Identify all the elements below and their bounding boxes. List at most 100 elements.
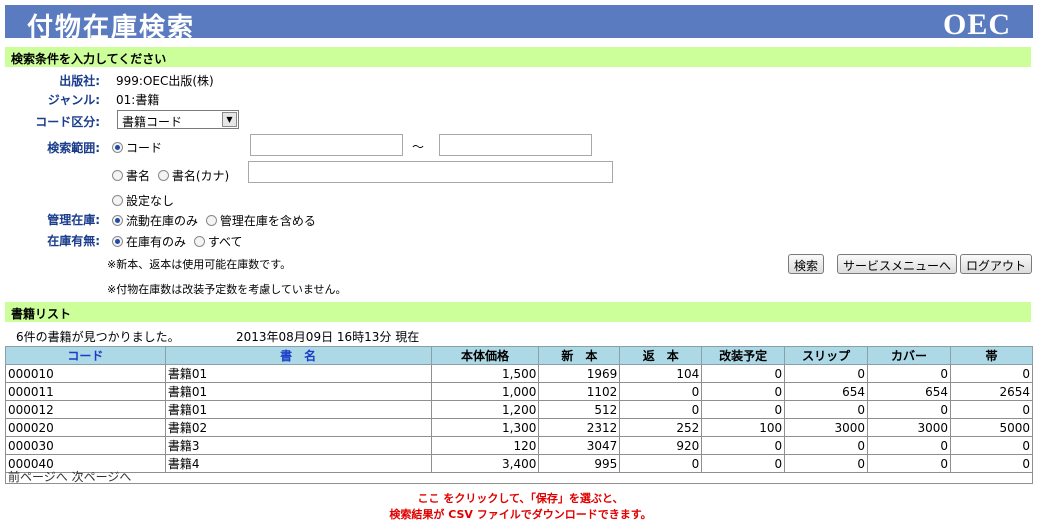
range-label: 検索範囲:: [47, 141, 100, 155]
table-cell: 2654: [949, 382, 1034, 401]
table-cell: 3000: [784, 418, 869, 437]
range-from-input[interactable]: [250, 134, 403, 156]
prev-page-link[interactable]: 前ページへ: [8, 470, 68, 484]
table-header-row: コード 書 名 本体価格 新 本 返 本 改装予定 スリップ カバー 帯: [5, 346, 1034, 365]
table-cell: 1,200: [430, 400, 540, 419]
range-tilde: ～: [412, 140, 425, 154]
col-header-returned: 返 本: [619, 346, 703, 365]
logout-button[interactable]: ログアウト: [960, 254, 1033, 274]
range-code-option[interactable]: コード: [112, 139, 166, 156]
table-cell: 120: [430, 436, 540, 455]
table-cell: 104: [619, 364, 703, 383]
csv-note-line2: 検索結果が CSV ファイルでダウンロードできます。: [389, 508, 652, 521]
range-title-label: 書名: [126, 169, 151, 183]
table-cell: 書籍01: [164, 364, 432, 383]
table-cell: 0: [784, 436, 869, 455]
csv-note-line1[interactable]: ここ をクリックして、「保存」を選ぶと、: [0, 490, 1041, 506]
col-header-new: 新 本: [538, 346, 621, 365]
table-cell: 252: [619, 418, 703, 437]
table-cell: 1,000: [430, 382, 540, 401]
table-cell: 000010: [5, 364, 166, 383]
stock-exist-only-radio[interactable]: [112, 236, 123, 247]
table-cell: 1,500: [430, 364, 540, 383]
stock-mgmt-flow-radio[interactable]: [112, 215, 123, 226]
stock-exist-all-label: すべて: [207, 235, 243, 249]
header-bar: 付物在庫検索 OEC: [5, 5, 1033, 43]
publisher-label: 出版社:: [59, 74, 100, 88]
code-type-select[interactable]: 書籍コード ▼: [117, 110, 239, 129]
list-section-heading: 書籍リスト: [5, 302, 1031, 322]
table-cell: 3047: [538, 436, 621, 455]
service-menu-button[interactable]: サービスメニューへ: [837, 254, 958, 274]
pager: 前ページへ 次ページへ: [5, 467, 1033, 484]
stock-exist-all-radio[interactable]: [193, 236, 205, 247]
table-cell: 0: [701, 436, 786, 455]
range-to-input[interactable]: [439, 134, 592, 156]
range-code-label: コード: [126, 141, 163, 155]
table-cell: 1102: [538, 382, 621, 401]
table-cell: 0: [784, 400, 869, 419]
table-cell: 0: [949, 400, 1034, 419]
table-cell: 書籍3: [164, 436, 432, 455]
stock-mgmt-label: 管理在庫:: [47, 213, 100, 227]
range-title-radio[interactable]: [112, 170, 123, 181]
table-row: 000011 書籍01 1,000 1102 0 0 654 654 2654: [5, 382, 1034, 401]
table-row: 000012 書籍01 1,200 512 0 0 0 0 0: [5, 400, 1034, 419]
table-cell: 1969: [538, 364, 621, 383]
table-cell: 3000: [867, 418, 951, 437]
range-kana-radio[interactable]: [157, 170, 169, 181]
col-header-code[interactable]: コード: [5, 346, 166, 365]
oec-logo: OEC: [942, 8, 1011, 41]
table-cell: 0: [867, 436, 951, 455]
search-button[interactable]: 検索: [788, 254, 825, 274]
table-cell: 0: [701, 364, 786, 383]
range-none-option[interactable]: 設定なし: [112, 192, 178, 209]
range-code-radio[interactable]: [112, 142, 123, 153]
table-cell: 書籍01: [164, 382, 432, 401]
next-page-link[interactable]: 次ページへ: [72, 470, 132, 484]
range-kana-label: 書名(カナ): [171, 169, 230, 183]
table-cell: 920: [619, 436, 703, 455]
table-cell: 5000: [949, 418, 1034, 437]
table-cell: 0: [867, 400, 951, 419]
table-cell: 書籍01: [164, 400, 432, 419]
table-cell: 2312: [538, 418, 621, 437]
note-attachment-stock: ※付物在庫数は改装予定数を考慮していません。: [107, 283, 347, 296]
range-title-options: 書名 書名(カナ): [112, 167, 233, 184]
result-count: 6件の書籍が見つかりました。: [16, 330, 180, 344]
table-cell: 0: [867, 364, 951, 383]
search-section-heading: 検索条件を入力してください: [5, 47, 1031, 67]
result-timestamp: 2013年08月09日 16時13分 現在: [236, 330, 420, 344]
table-cell: 000012: [5, 400, 166, 419]
table-cell: 654: [867, 382, 951, 401]
table-cell: 0: [949, 436, 1034, 455]
table-cell: 0: [701, 382, 786, 401]
stock-exist-options: 在庫有のみ すべて: [112, 233, 247, 250]
genre-value: 01:書籍: [116, 93, 160, 107]
publisher-value: 999:OEC出版(株): [116, 74, 214, 88]
stock-mgmt-options: 流動在庫のみ 管理在庫を含める: [112, 212, 320, 229]
note-stock-usable: ※新本、返本は使用可能在庫数です。: [107, 258, 292, 271]
table-cell: 1,300: [430, 418, 540, 437]
table-cell: 0: [949, 364, 1034, 383]
table-cell: 0: [701, 400, 786, 419]
dropdown-arrow-icon[interactable]: ▼: [222, 112, 237, 127]
col-header-cover: カバー: [867, 346, 951, 365]
table-cell: 000030: [5, 436, 166, 455]
table-row: 000030 書籍3 120 3047 920 0 0 0 0: [5, 436, 1034, 455]
range-none-radio[interactable]: [112, 195, 123, 206]
stock-exist-only-label: 在庫有のみ: [126, 235, 187, 249]
table-row: 000020 書籍02 1,300 2312 252 100 3000 3000 5000: [5, 418, 1034, 437]
table-row: 000010 書籍01 1,500 1969 104 0 0 0 0: [5, 364, 1034, 383]
table-cell: 0: [619, 382, 703, 401]
stock-exist-label: 在庫有無:: [47, 234, 100, 248]
table-cell: 000011: [5, 382, 166, 401]
table-cell: 000020: [5, 418, 166, 437]
col-header-title[interactable]: 書 名: [164, 346, 432, 365]
col-header-slip: スリップ: [784, 346, 869, 365]
title-input[interactable]: [248, 161, 613, 183]
code-type-selected-value: 書籍コード: [122, 115, 183, 129]
col-header-price: 本体価格: [430, 346, 540, 365]
page-title: 付物在庫検索: [27, 13, 196, 43]
stock-mgmt-include-radio[interactable]: [205, 215, 217, 226]
